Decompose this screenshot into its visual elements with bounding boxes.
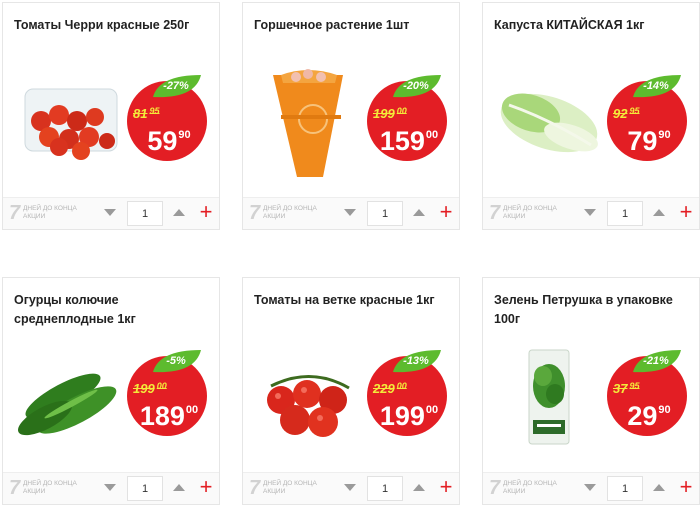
- add-to-cart-plus-icon[interactable]: +: [673, 476, 699, 501]
- quantity-decrease-icon[interactable]: [344, 484, 356, 491]
- old-price: 81 95: [133, 106, 160, 121]
- cherry-tomatoes-image[interactable]: [11, 61, 126, 181]
- days-left-label: ДНЕЙ ДО КОНЦА АКЦИИ: [23, 205, 77, 220]
- quantity-input[interactable]: [607, 201, 643, 226]
- quantity-input[interactable]: [127, 476, 163, 501]
- parsley-pack-image[interactable]: [491, 336, 606, 456]
- chinese-cabbage-image[interactable]: [491, 61, 606, 181]
- discount-label: -13%: [403, 355, 429, 367]
- product-title[interactable]: Капуста КИТАЙСКАЯ 1кг: [494, 16, 690, 35]
- product-card[interactable]: Зелень Петрушка в упаковке 100г -21% 37 9…: [482, 277, 700, 505]
- discount-label: -5%: [166, 355, 186, 367]
- discount-label: -27%: [163, 80, 189, 92]
- quantity-decrease-icon[interactable]: [104, 209, 116, 216]
- potted-plant-image[interactable]: [251, 61, 366, 181]
- days-left-number: 7: [489, 477, 501, 499]
- days-left-number: 7: [249, 477, 261, 499]
- old-price: 199 00: [133, 381, 167, 396]
- price-badge: -5% 199 00 18900: [127, 348, 211, 438]
- days-left-label: ДНЕЙ ДО КОНЦА АКЦИИ: [263, 480, 317, 495]
- quantity-decrease-icon[interactable]: [584, 484, 596, 491]
- quantity-increase-icon[interactable]: [413, 484, 425, 491]
- product-card[interactable]: Томаты на ветке красные 1кг -13% 229 00 1…: [242, 277, 460, 505]
- discount-label: -21%: [643, 355, 669, 367]
- quantity-decrease-icon[interactable]: [104, 484, 116, 491]
- quantity-input[interactable]: [367, 476, 403, 501]
- new-price: 2990: [627, 401, 671, 431]
- cucumbers-image[interactable]: [11, 336, 126, 456]
- card-footer: 7 ДНЕЙ ДО КОНЦА АКЦИИ +: [3, 197, 219, 229]
- quantity-increase-icon[interactable]: [413, 209, 425, 216]
- quantity-increase-icon[interactable]: [653, 209, 665, 216]
- days-left-label: ДНЕЙ ДО КОНЦА АКЦИИ: [503, 480, 557, 495]
- days-left-label: ДНЕЙ ДО КОНЦА АКЦИИ: [23, 480, 77, 495]
- product-title[interactable]: Томаты на ветке красные 1кг: [254, 291, 450, 310]
- add-to-cart-plus-icon[interactable]: +: [673, 201, 699, 226]
- old-price: 37 95: [613, 381, 640, 396]
- days-left-number: 7: [249, 202, 261, 224]
- days-left-number: 7: [489, 202, 501, 224]
- new-price: 19900: [379, 401, 439, 431]
- quantity-input[interactable]: [607, 476, 643, 501]
- price-badge: -20% 199 00 15900: [367, 73, 451, 163]
- product-card[interactable]: Капуста КИТАЙСКАЯ 1кг -14% 92 95 7990 7 Д…: [482, 2, 700, 230]
- card-footer: 7 ДНЕЙ ДО КОНЦА АКЦИИ +: [243, 197, 459, 229]
- days-left-number: 7: [9, 202, 21, 224]
- product-title[interactable]: Зелень Петрушка в упаковке 100г: [494, 291, 690, 329]
- vine-tomatoes-image[interactable]: [251, 336, 366, 456]
- card-footer: 7 ДНЕЙ ДО КОНЦА АКЦИИ +: [243, 472, 459, 504]
- price-badge: -27% 81 95 5990: [127, 73, 211, 163]
- card-footer: 7 ДНЕЙ ДО КОНЦА АКЦИИ +: [3, 472, 219, 504]
- price-badge: -13% 229 00 19900: [367, 348, 451, 438]
- add-to-cart-plus-icon[interactable]: +: [193, 476, 219, 501]
- old-price: 199 00: [373, 106, 407, 121]
- discount-label: -14%: [643, 80, 669, 92]
- days-left-label: ДНЕЙ ДО КОНЦА АКЦИИ: [263, 205, 317, 220]
- new-price: 18900: [139, 401, 199, 431]
- new-price: 5990: [147, 126, 191, 156]
- new-price: 7990: [627, 126, 671, 156]
- quantity-decrease-icon[interactable]: [344, 209, 356, 216]
- product-title[interactable]: Томаты Черри красные 250г: [14, 16, 210, 35]
- product-title[interactable]: Горшечное растение 1шт: [254, 16, 450, 35]
- quantity-increase-icon[interactable]: [173, 209, 185, 216]
- add-to-cart-plus-icon[interactable]: +: [193, 201, 219, 226]
- quantity-input[interactable]: [127, 201, 163, 226]
- product-card[interactable]: Томаты Черри красные 250г -27% 81 95 5990…: [2, 2, 220, 230]
- days-left-label: ДНЕЙ ДО КОНЦА АКЦИИ: [503, 205, 557, 220]
- old-price: 92 95: [613, 106, 640, 121]
- quantity-increase-icon[interactable]: [173, 484, 185, 491]
- quantity-increase-icon[interactable]: [653, 484, 665, 491]
- new-price: 15900: [379, 126, 439, 156]
- product-title[interactable]: Огурцы колючие среднеплодные 1кг: [14, 291, 210, 329]
- price-badge: -14% 92 95 7990: [607, 73, 691, 163]
- product-card[interactable]: Огурцы колючие среднеплодные 1кг -5% 199…: [2, 277, 220, 505]
- discount-label: -20%: [403, 80, 429, 92]
- card-footer: 7 ДНЕЙ ДО КОНЦА АКЦИИ +: [483, 197, 699, 229]
- quantity-input[interactable]: [367, 201, 403, 226]
- quantity-decrease-icon[interactable]: [584, 209, 596, 216]
- add-to-cart-plus-icon[interactable]: +: [433, 476, 459, 501]
- price-badge: -21% 37 95 2990: [607, 348, 691, 438]
- card-footer: 7 ДНЕЙ ДО КОНЦА АКЦИИ +: [483, 472, 699, 504]
- product-card[interactable]: Горшечное растение 1шт -20% 199 00 15900 …: [242, 2, 460, 230]
- add-to-cart-plus-icon[interactable]: +: [433, 201, 459, 226]
- old-price: 229 00: [373, 381, 407, 396]
- days-left-number: 7: [9, 477, 21, 499]
